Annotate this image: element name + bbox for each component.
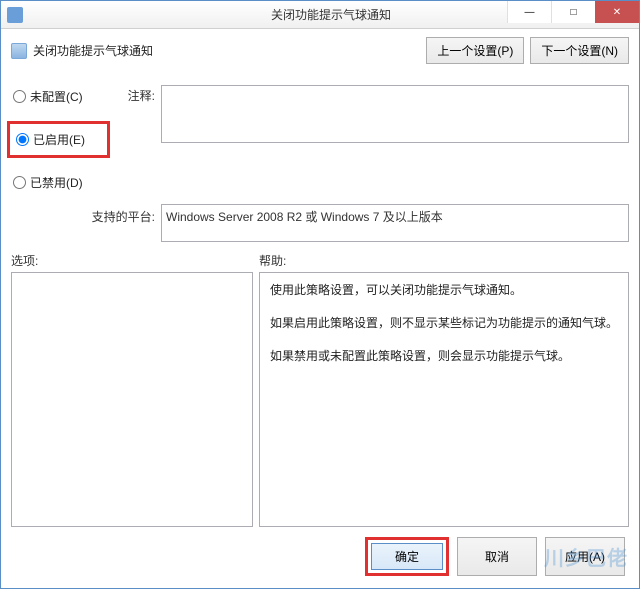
close-button[interactable]: ✕ (595, 1, 639, 23)
content-area: 关闭功能提示气球通知 上一个设置(P) 下一个设置(N) 未配置(C) 已启用(… (1, 29, 639, 588)
previous-setting-button[interactable]: 上一个设置(P) (426, 37, 524, 64)
radio-not-configured[interactable]: 未配置(C) (11, 87, 106, 106)
radio-disabled-input[interactable] (13, 176, 26, 189)
cancel-button[interactable]: 取消 (457, 537, 537, 576)
policy-header: 关闭功能提示气球通知 上一个设置(P) 下一个设置(N) (11, 37, 629, 64)
next-setting-button[interactable]: 下一个设置(N) (530, 37, 629, 64)
help-label: 帮助: (259, 252, 286, 269)
policy-title: 关闭功能提示气球通知 (33, 42, 153, 59)
radio-disabled[interactable]: 已禁用(D) (11, 173, 106, 192)
ok-highlight: 确定 (365, 537, 449, 576)
comment-label: 注释: (106, 85, 161, 104)
comment-textarea[interactable] (161, 85, 629, 143)
help-paragraph-2: 如果启用此策略设置，则不显示某些标记为功能提示的通知气球。 (270, 314, 618, 333)
bottom-bar: 确定 取消 应用(A) (11, 527, 629, 578)
platform-label: 支持的平台: (11, 204, 161, 225)
state-radio-group: 未配置(C) 已启用(E) 已禁用(D) (11, 85, 106, 192)
minimize-button[interactable]: — (507, 1, 551, 23)
ok-button[interactable]: 确定 (371, 543, 443, 570)
platform-row: 支持的平台: Windows Server 2008 R2 或 Windows … (11, 204, 629, 242)
window-controls: — □ ✕ (507, 1, 639, 23)
radio-enabled[interactable]: 已启用(E) (14, 130, 103, 149)
options-label: 选项: (11, 252, 259, 269)
nav-buttons: 上一个设置(P) 下一个设置(N) (426, 37, 629, 64)
help-paragraph-1: 使用此策略设置，可以关闭功能提示气球通知。 (270, 281, 618, 300)
enabled-highlight: 已启用(E) (7, 121, 110, 158)
supported-platform-text: Windows Server 2008 R2 或 Windows 7 及以上版本 (166, 210, 443, 224)
divider (11, 74, 629, 75)
policy-icon (11, 43, 27, 59)
radio-enabled-input[interactable] (16, 133, 29, 146)
radio-not-configured-label: 未配置(C) (30, 88, 83, 105)
maximize-button[interactable]: □ (551, 1, 595, 23)
policy-editor-window: 关闭功能提示气球通知 — □ ✕ 关闭功能提示气球通知 上一个设置(P) 下一个… (0, 0, 640, 589)
options-pane (11, 272, 253, 527)
radio-enabled-label: 已启用(E) (33, 131, 85, 148)
mid-labels: 选项: 帮助: (11, 252, 629, 269)
panes: 使用此策略设置，可以关闭功能提示气球通知。 如果启用此策略设置，则不显示某些标记… (11, 272, 629, 527)
platform-field-col: Windows Server 2008 R2 或 Windows 7 及以上版本 (161, 204, 629, 242)
config-row: 未配置(C) 已启用(E) 已禁用(D) 注释: (11, 85, 629, 192)
help-paragraph-3: 如果禁用或未配置此策略设置，则会显示功能提示气球。 (270, 347, 618, 366)
window-icon (7, 7, 23, 23)
titlebar: 关闭功能提示气球通知 — □ ✕ (1, 1, 639, 29)
comment-field-col (161, 85, 629, 146)
radio-not-configured-input[interactable] (13, 90, 26, 103)
supported-platform-box: Windows Server 2008 R2 或 Windows 7 及以上版本 (161, 204, 629, 242)
radio-disabled-label: 已禁用(D) (30, 174, 83, 191)
apply-button[interactable]: 应用(A) (545, 537, 625, 576)
help-pane: 使用此策略设置，可以关闭功能提示气球通知。 如果启用此策略设置，则不显示某些标记… (259, 272, 629, 527)
